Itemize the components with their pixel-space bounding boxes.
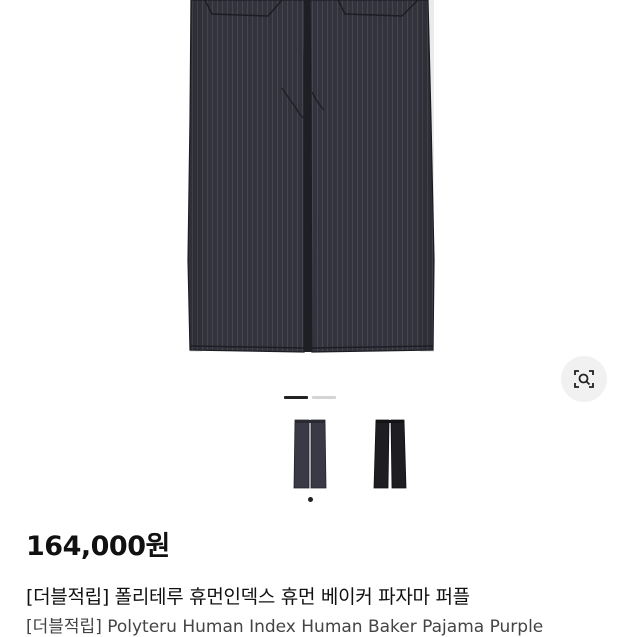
product-main-image[interactable] bbox=[0, 0, 620, 380]
carousel-indicator[interactable] bbox=[312, 396, 336, 399]
carousel-indicator-active[interactable] bbox=[284, 396, 308, 399]
product-title: [더블적립] 폴리테루 휴먼인덱스 휴먼 베이커 파자마 퍼플 bbox=[26, 586, 470, 608]
product-price: 164,000원 bbox=[26, 531, 170, 562]
thumbnail-navy-pants[interactable] bbox=[290, 418, 330, 492]
thumbnail-black-pants[interactable] bbox=[370, 418, 410, 492]
selected-thumbnail-dot bbox=[308, 497, 313, 502]
image-search-button[interactable] bbox=[561, 356, 607, 402]
pants-illustration bbox=[187, 0, 435, 353]
image-search-icon bbox=[574, 370, 594, 388]
product-subtitle: [더블적립] Polyteru Human Index Human Baker … bbox=[26, 617, 544, 637]
